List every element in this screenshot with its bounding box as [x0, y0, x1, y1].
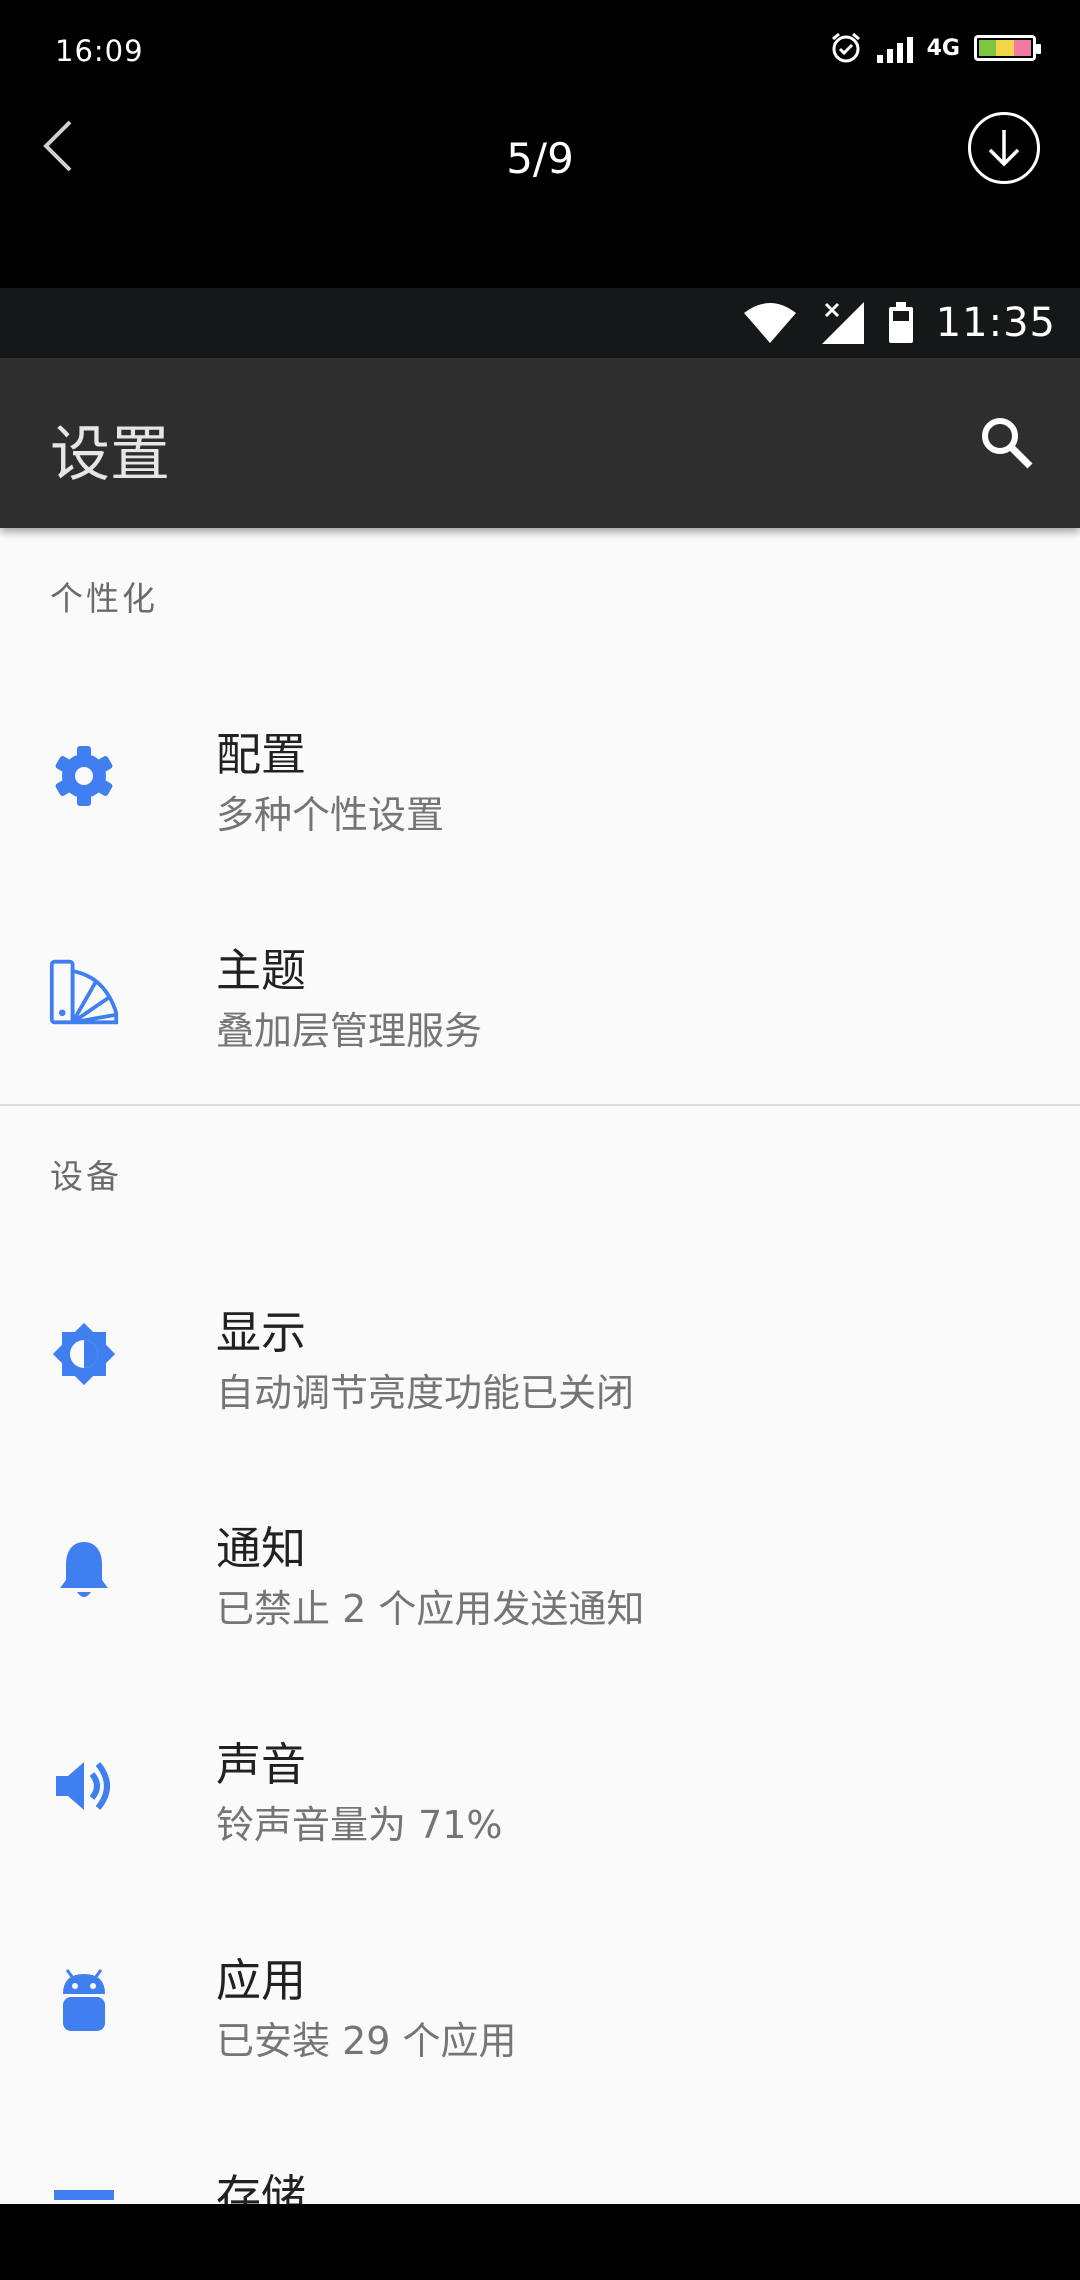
viewer-toolbar: 5/9 [0, 100, 1080, 288]
settings-app-bar: 设置 [0, 358, 1080, 528]
item-subtitle: 多种个性设置 [216, 793, 445, 837]
item-subtitle: 叠加层管理服务 [216, 1009, 483, 1053]
settings-item-notifications[interactable]: 通知 已禁止 2 个应用发送通知 [0, 1460, 1080, 1676]
battery-charging-icon [888, 302, 913, 343]
image-viewer: 16:09 4G 5/9 11:35 设置 个性化 配置 多种个性设置 主题 叠… [0, 0, 1080, 2280]
item-subtitle: 已禁止 2 个应用发送通知 [216, 1587, 645, 1631]
page-title: 设置 [50, 420, 170, 490]
android-icon [48, 1966, 120, 2038]
download-button[interactable] [968, 112, 1040, 184]
item-subtitle: 自动调节亮度功能已关闭 [216, 1371, 635, 1415]
outer-status-bar: 16:09 4G [0, 0, 1080, 100]
inner-status-bar: 11:35 [0, 288, 1080, 358]
page-counter: 5/9 [506, 134, 574, 183]
item-title: 配置 [216, 728, 307, 781]
bottom-bar [0, 2204, 1080, 2280]
settings-list: 个性化 配置 多种个性设置 主题 叠加层管理服务 设备 显示 自动调节亮度功能已… [0, 528, 1080, 2204]
item-title: 应用 [216, 1954, 307, 2007]
settings-item-display[interactable]: 显示 自动调节亮度功能已关闭 [0, 1244, 1080, 1460]
item-subtitle: 铃声音量为 71% [216, 1803, 503, 1847]
battery-icon [974, 35, 1041, 61]
settings-item-theme[interactable]: 主题 叠加层管理服务 [0, 882, 1080, 1098]
brightness-icon [48, 1318, 120, 1390]
no-signal-icon [821, 302, 864, 344]
cell-signal-icon [876, 33, 913, 63]
item-subtitle: 已安装 29 个应用 [216, 2019, 517, 2063]
bell-icon [48, 1534, 120, 1606]
item-title: 通知 [216, 1522, 307, 1575]
settings-item-config[interactable]: 配置 多种个性设置 [0, 666, 1080, 882]
inner-status-icons: 11:35 [742, 288, 1056, 358]
section-header-device: 设备 [50, 1157, 122, 1196]
volume-icon [48, 1750, 120, 1822]
alarm-icon [831, 32, 860, 63]
gear-icon [48, 740, 120, 812]
item-title: 显示 [216, 1306, 307, 1359]
item-title: 主题 [216, 944, 307, 997]
outer-clock: 16:09 [55, 34, 144, 68]
section-header-personalization: 个性化 [50, 579, 158, 618]
search-button[interactable] [966, 402, 1046, 482]
palette-icon [48, 956, 120, 1028]
settings-item-sound[interactable]: 声音 铃声音量为 71% [0, 1676, 1080, 1892]
settings-item-storage[interactable]: 存储 [0, 2108, 1080, 2204]
item-title: 声音 [216, 1738, 307, 1791]
settings-screenshot: 11:35 设置 个性化 配置 多种个性设置 主题 叠加层管理服务 设备 显示 … [0, 288, 1080, 2204]
search-icon [982, 418, 1033, 469]
wifi-icon [743, 303, 796, 343]
network-type-label: 4G [926, 35, 960, 61]
outer-status-icons: 4G [829, 28, 1041, 68]
inner-clock: 11:35 [935, 300, 1056, 346]
download-icon [988, 130, 1020, 167]
storage-icon [48, 2182, 120, 2204]
item-title: 存储 [216, 2170, 307, 2204]
settings-item-apps[interactable]: 应用 已安装 29 个应用 [0, 1892, 1080, 2108]
